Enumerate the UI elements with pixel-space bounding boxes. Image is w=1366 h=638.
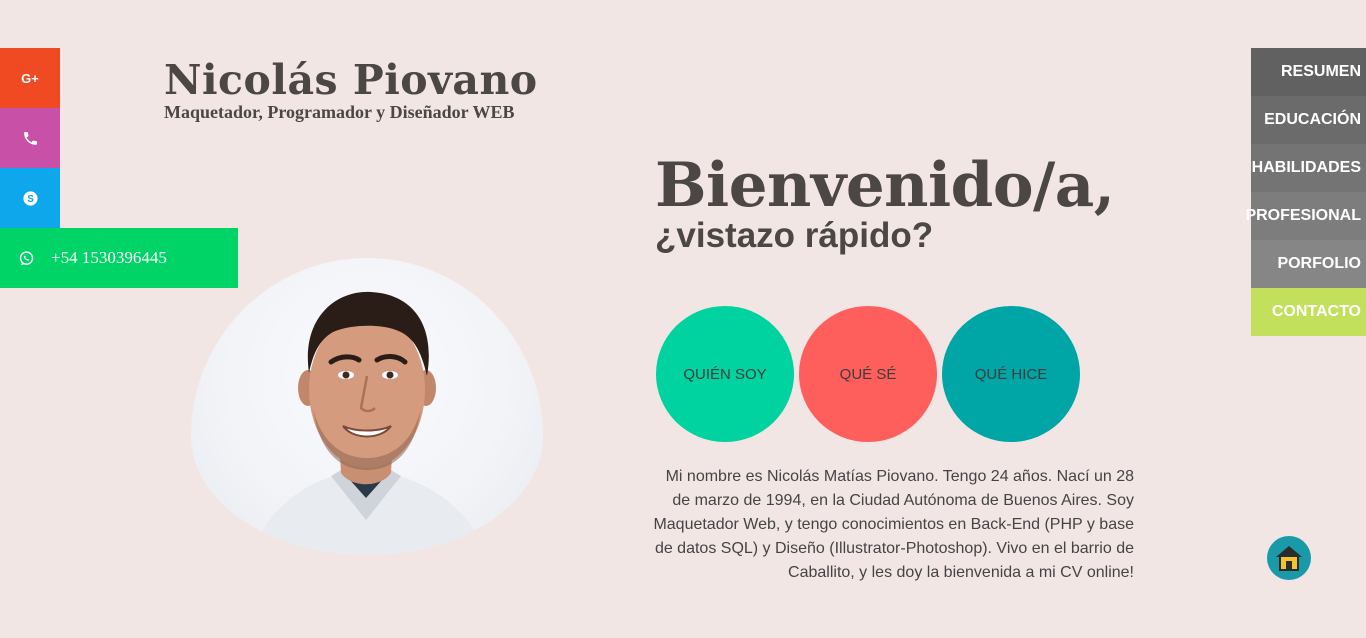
- section-nav: RESUMEN EDUCACIÓN HABILIDADES PROFESIONA…: [1245, 48, 1366, 336]
- skype-link[interactable]: S: [0, 168, 60, 228]
- whatsapp-link[interactable]: +54 1530396445: [0, 228, 238, 288]
- bio-paragraph: Mi nombre es Nicolás Matías Piovano. Ten…: [653, 468, 1134, 581]
- whatsapp-icon: [19, 250, 34, 265]
- google-plus-link[interactable]: G+: [0, 48, 60, 108]
- what-i-know-label: QUÉ SÉ: [839, 365, 897, 383]
- what-i-did-label: QUÉ HICE: [974, 365, 1048, 383]
- nav-item-resumen[interactable]: RESUMEN: [1251, 48, 1366, 96]
- home-icon: [1276, 546, 1302, 571]
- nav-item-label: PORFOLIO: [1277, 255, 1361, 272]
- quick-look-heading: ¿vistazo rápido?: [655, 216, 934, 255]
- nav-item-porfolio[interactable]: PORFOLIO: [1251, 240, 1366, 288]
- what-i-know-button[interactable]: QUÉ SÉ: [799, 306, 937, 442]
- home-button[interactable]: [1267, 536, 1311, 580]
- nav-item-habilidades[interactable]: HABILIDADES: [1251, 144, 1366, 192]
- phone-link[interactable]: [0, 108, 60, 168]
- what-i-did-button[interactable]: QUÉ HICE: [942, 306, 1080, 442]
- nav-item-educacion[interactable]: EDUCACIÓN: [1251, 96, 1366, 144]
- google-plus-icon: G+: [21, 70, 39, 86]
- nav-item-contacto[interactable]: CONTACTO: [1251, 288, 1366, 336]
- page-title: Nicolás Piovano: [164, 56, 538, 104]
- who-am-i-label: QUIÉN SOY: [683, 365, 767, 383]
- avatar: [191, 258, 543, 555]
- page-subtitle: Maquetador, Programador y Diseñador WEB: [164, 102, 515, 122]
- who-am-i-button[interactable]: QUIÉN SOY: [656, 306, 794, 442]
- nav-item-profesional[interactable]: PROFESIONAL: [1245, 192, 1366, 240]
- phone-icon: [23, 131, 37, 145]
- nav-item-label: CONTACTO: [1271, 303, 1361, 320]
- nav-item-label: EDUCACIÓN: [1264, 111, 1361, 128]
- welcome-heading: Bienvenido/a,: [655, 150, 1115, 221]
- whatsapp-number: +54 1530396445: [51, 248, 167, 267]
- nav-item-label: RESUMEN: [1280, 63, 1361, 80]
- svg-text:S: S: [27, 194, 34, 205]
- profile-photo: [251, 291, 486, 555]
- nav-item-label: PROFESIONAL: [1245, 207, 1361, 224]
- skype-icon: S: [22, 190, 38, 206]
- nav-item-label: HABILIDADES: [1251, 159, 1361, 176]
